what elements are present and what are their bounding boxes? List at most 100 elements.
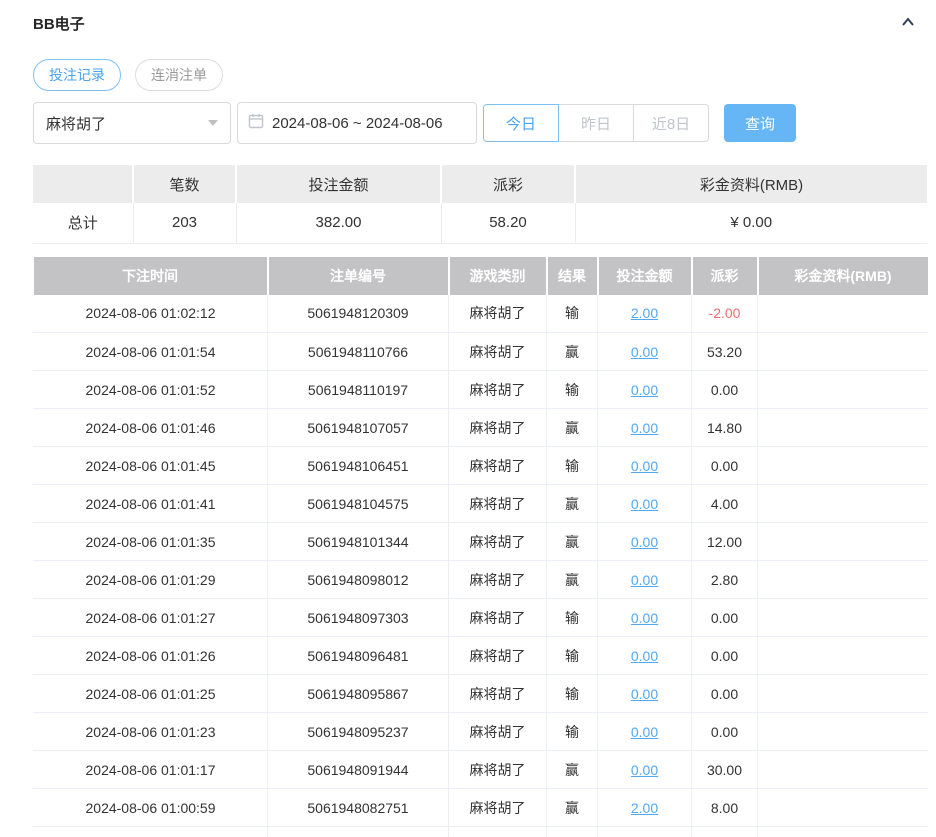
bonus-cell [757,522,928,561]
tab-cancelled-orders[interactable]: 连消注单 [135,59,223,91]
bet-amount-cell: 0.00 [597,598,692,637]
bet-amount-link[interactable]: 0.00 [631,686,658,702]
bonus-cell [757,750,928,789]
payout-cell: 30.00 [691,750,758,789]
order-number-cell: 5061948120309 [267,294,449,333]
game-type-cell: 麻将胡了 [448,408,547,447]
bet-amount-link[interactable]: 0.00 [631,648,658,664]
table-row: 2024-08-06 01:01:46 5061948107057 麻将胡了赢 0.0… [33,408,928,447]
bonus-cell [757,712,928,751]
bet-time-cell: 2024-08-06 01:02:12 [33,294,268,333]
table-row: 2024-08-06 00:41:455061947598134麻将胡了赢2.0… [33,826,928,837]
game-type-cell: 麻将胡了 [448,826,547,837]
search-button[interactable]: 查询 [724,104,796,142]
yesterday-button[interactable]: 昨日 [558,104,634,142]
table-row: 2024-08-06 01:01:26 5061948096481 麻将胡了输 0.0… [33,636,928,675]
result-cell: 输 [546,446,598,485]
result-cell: 输 [546,598,598,637]
bet-time-cell: 2024-08-06 01:01:25 [33,674,268,713]
bet-amount-cell: 0.00 [597,712,692,751]
summary-header-row: 笔数 投注金额 派彩 彩金资料(RMB) [33,165,927,203]
payout-cell: 0.00 [691,636,758,675]
bet-amount-link[interactable]: 0.00 [631,420,658,436]
order-number-cell: 5061948110766 [267,332,449,371]
bet-amount-link[interactable]: 0.00 [631,762,658,778]
order-number-cell: 5061948091944 [267,750,449,789]
payout-cell: 0.00 [691,712,758,751]
result-cell: 赢 [546,484,598,523]
collapse-button[interactable] [897,12,919,34]
table-row: 2024-08-06 01:01:27 5061948097303 麻将胡了输 0.0… [33,598,928,637]
bet-amount-cell: 0.00 [597,484,692,523]
bet-time-cell: 2024-08-06 01:01:27 [33,598,268,637]
bet-amount-link[interactable]: 0.00 [631,610,658,626]
records-body: 2024-08-06 01:02:12 5061948120309 麻将胡了输 2.0… [33,294,928,837]
payout-cell: 8.00 [691,788,758,827]
game-type-cell: 麻将胡了 [448,636,547,675]
bet-amount-cell: 2.00 [597,788,692,827]
bet-time-cell: 2024-08-06 01:01:17 [33,750,268,789]
game-type-cell: 麻将胡了 [448,560,547,599]
bet-amount-link[interactable]: 2.00 [631,800,658,816]
bonus-cell [757,408,928,447]
payout-cell: 14.80 [691,408,758,447]
summary-total-row: 总计 203 382.00 58.20 ¥ 0.00 [33,203,927,244]
order-number-cell: 5061948096481 [267,636,449,675]
bet-amount-cell: 0.00 [597,332,692,371]
game-type-cell: 麻将胡了 [448,484,547,523]
bet-time-cell: 2024-08-06 01:01:35 [33,522,268,561]
bet-time-cell: 2024-08-06 01:01:52 [33,370,268,409]
header-bonus: 彩金资料(RMB) [757,256,928,295]
game-select[interactable]: 麻将胡了 [33,102,231,144]
bonus-cell [757,788,928,827]
result-cell: 赢 [546,560,598,599]
result-cell: 赢 [546,826,598,837]
payout-cell: 0.00 [691,598,758,637]
order-number-cell: 5061948107057 [267,408,449,447]
game-type-cell: 麻将胡了 [448,674,547,713]
bet-amount-link[interactable]: 2.00 [631,305,658,321]
records-header-row: 下注时间 注单编号 游戏类别 结果 投注金额 派彩 彩金资料(RMB) [33,256,928,295]
bet-amount-cell: 2.00 [597,826,692,837]
result-cell: 赢 [546,332,598,371]
records-table: 下注时间 注单编号 游戏类别 结果 投注金额 派彩 彩金资料(RMB) 2024… [33,256,928,837]
result-cell: 输 [546,370,598,409]
filter-bar: 麻将胡了 2024-08-06 ~ 2024-08-06 今日 昨日 近8日 查… [33,102,927,144]
panel-header: BB电子 [33,12,927,34]
result-cell: 输 [546,674,598,713]
result-cell: 赢 [546,522,598,561]
tab-bet-records[interactable]: 投注记录 [33,59,121,91]
bet-amount-link[interactable]: 0.00 [631,496,658,512]
payout-cell: -2.00 [691,294,758,333]
payout-cell: 0.00 [691,446,758,485]
bet-amount-link[interactable]: 0.00 [631,344,658,360]
header-payout: 派彩 [691,256,759,295]
header-result: 结果 [546,256,599,295]
calendar-icon [248,113,264,133]
order-number-cell: 5061948110197 [267,370,449,409]
bet-time-cell: 2024-08-06 01:01:46 [33,408,268,447]
bet-amount-link[interactable]: 0.00 [631,572,658,588]
bet-amount-link[interactable]: 0.00 [631,534,658,550]
bet-amount-link[interactable]: 0.00 [631,382,658,398]
order-number-cell: 5061947598134 [267,826,449,837]
date-range-picker[interactable]: 2024-08-06 ~ 2024-08-06 [237,102,477,144]
game-type-cell: 麻将胡了 [448,750,547,789]
header-order-number: 注单编号 [267,256,450,295]
order-number-cell: 5061948101344 [267,522,449,561]
panel-title: BB电子 [33,15,85,33]
bet-amount-cell: 0.00 [597,522,692,561]
bonus-cell [757,598,928,637]
bet-amount-link[interactable]: 0.00 [631,724,658,740]
table-row: 2024-08-06 01:01:52 5061948110197 麻将胡了输 0.0… [33,370,928,409]
game-type-cell: 麻将胡了 [448,598,547,637]
bet-amount-link[interactable]: 0.00 [631,458,658,474]
summary-total-bonus: ¥ 0.00 [575,203,927,244]
last8days-button[interactable]: 近8日 [633,104,709,142]
today-button[interactable]: 今日 [483,104,559,142]
table-row: 2024-08-06 01:01:29 5061948098012 麻将胡了赢 0.0… [33,560,928,599]
bet-amount-cell: 0.00 [597,560,692,599]
date-range-value: 2024-08-06 ~ 2024-08-06 [272,114,443,132]
bonus-cell [757,446,928,485]
bet-time-cell: 2024-08-06 01:01:26 [33,636,268,675]
